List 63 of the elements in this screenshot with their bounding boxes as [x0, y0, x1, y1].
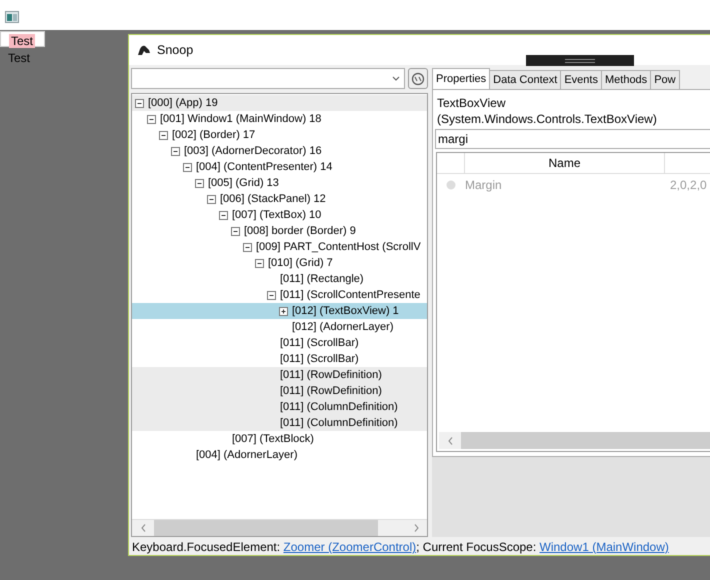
- tab[interactable]: Events: [560, 70, 602, 89]
- collapse-icon[interactable]: [229, 226, 242, 236]
- tree-item[interactable]: [007] (TextBox) 10: [132, 207, 427, 223]
- collapse-icon[interactable]: [133, 98, 146, 108]
- binoculars-icon: [137, 44, 151, 56]
- drag-handle[interactable]: [526, 55, 634, 66]
- horizontal-scrollbar[interactable]: [132, 519, 427, 536]
- status-link[interactable]: Zoomer (ZoomerControl): [283, 540, 416, 554]
- text-field[interactable]: Test: [0, 31, 45, 47]
- collapse-icon[interactable]: [181, 162, 194, 172]
- tree-item[interactable]: [011] (ColumnDefinition): [132, 399, 427, 415]
- collapse-icon[interactable]: [193, 178, 206, 188]
- text-label: Test: [8, 50, 30, 67]
- collapse-icon[interactable]: [265, 290, 278, 300]
- collapse-icon[interactable]: [253, 258, 266, 268]
- tab[interactable]: Data Context: [489, 70, 562, 89]
- column-header[interactable]: Name: [465, 153, 665, 173]
- tree-item[interactable]: [011] (Rectangle): [132, 271, 427, 287]
- tree-item[interactable]: [011] (ScrollBar): [132, 335, 427, 351]
- status-dot-icon: [446, 180, 456, 190]
- collapse-icon[interactable]: [205, 194, 218, 204]
- collapse-icon[interactable]: [169, 146, 182, 156]
- tree-item[interactable]: [009] PART_ContentHost (ScrollV: [132, 239, 427, 255]
- tab[interactable]: Pow: [650, 70, 680, 89]
- filter-field[interactable]: margi: [435, 129, 710, 149]
- app-icon: [5, 10, 19, 23]
- status-text: ; Current FocusScope:: [416, 540, 538, 554]
- tree-item[interactable]: [005] (Grid) 13: [132, 175, 427, 191]
- collapse-icon[interactable]: [157, 130, 170, 140]
- collapse-icon[interactable]: [217, 210, 230, 220]
- tree-item[interactable]: [000] (App) 19: [132, 95, 427, 111]
- status-link[interactable]: Window1 (MainWindow): [540, 540, 669, 554]
- tree-item[interactable]: [002] (Border) 17: [132, 127, 427, 143]
- tree-item[interactable]: [004] (ContentPresenter) 14: [132, 159, 427, 175]
- tree-item[interactable]: [011] (ColumnDefinition): [132, 415, 427, 431]
- tree-item[interactable]: [010] (Grid) 7: [132, 255, 427, 271]
- collapse-icon[interactable]: [241, 242, 254, 252]
- tree-item[interactable]: [006] (StackPanel) 12: [132, 191, 427, 207]
- element-class: (System.Windows.Controls.TextBoxView): [437, 111, 658, 127]
- tree-item[interactable]: [011] (RowDefinition): [132, 367, 427, 383]
- refresh-icon: [411, 72, 425, 86]
- caret-icon: [392, 76, 400, 81]
- tree-item[interactable]: [011] (ScrollContentPresente: [132, 287, 427, 303]
- tree-item[interactable]: [012] (TextBoxView) 1: [132, 303, 427, 319]
- window-title: Snoop: [157, 42, 194, 59]
- tab[interactable]: Properties: [432, 68, 490, 89]
- tab[interactable]: Methods: [600, 70, 652, 89]
- collapse-icon[interactable]: [145, 114, 158, 124]
- refresh-button[interactable]: [408, 68, 428, 89]
- element-type: TextBoxView: [437, 95, 506, 111]
- tree-item[interactable]: [011] (ScrollBar): [132, 351, 427, 367]
- tree-item[interactable]: [003] (AdornerDecorator) 16: [132, 143, 427, 159]
- property-name: Margin: [465, 177, 503, 194]
- status-text: Keyboard.FocusedElement:: [132, 540, 282, 554]
- tree-item[interactable]: [011] (RowDefinition): [132, 383, 427, 399]
- tree-item[interactable]: [008] border (Border) 9: [132, 223, 427, 239]
- property-value: 2,0,2,0: [670, 177, 707, 194]
- tree-item[interactable]: [004] (AdornerLayer): [132, 447, 427, 463]
- tree-item[interactable]: [012] (AdornerLayer): [132, 319, 427, 335]
- horizontal-scrollbar[interactable]: [439, 432, 710, 449]
- tree-item[interactable]: [007] (TextBlock): [132, 431, 427, 447]
- tree-item[interactable]: [001] Window1 (MainWindow) 18: [132, 111, 427, 127]
- expand-icon[interactable]: [277, 306, 290, 316]
